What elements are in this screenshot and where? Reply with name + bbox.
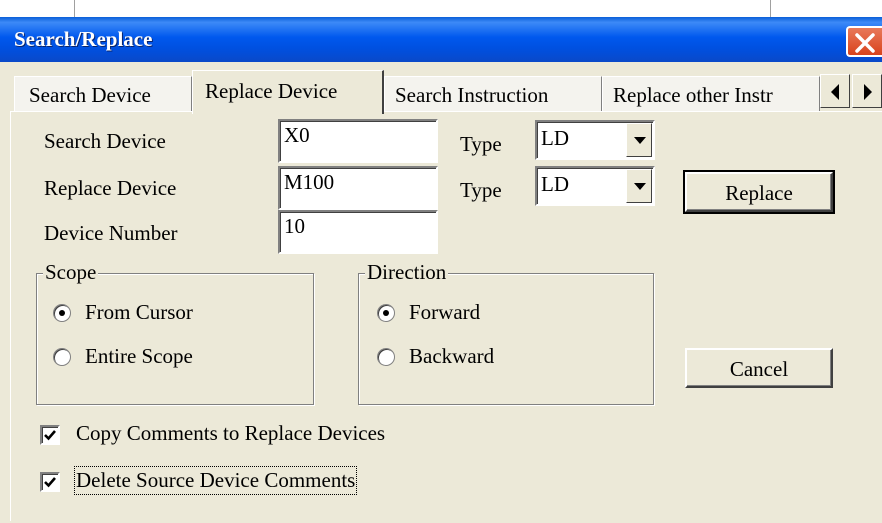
tab-search-device[interactable]: Search Device xyxy=(14,76,192,111)
scope-entire-scope-radio[interactable] xyxy=(53,348,71,366)
direction-group: Direction Forward Backward xyxy=(358,260,654,405)
copy-comments-label[interactable]: Copy Comments to Replace Devices xyxy=(76,421,385,446)
direction-group-label: Direction xyxy=(365,260,449,285)
scope-group: Scope From Cursor Entire Scope xyxy=(36,260,314,405)
tab-search-instruction[interactable]: Search Instruction xyxy=(384,76,602,111)
replace-device-input[interactable]: M100 xyxy=(278,166,438,210)
replace-type-select[interactable]: LD xyxy=(535,166,655,206)
tab-scroll-buttons xyxy=(820,74,882,108)
search-replace-dialog: Search/Replace Search Device Replace Dev… xyxy=(0,17,882,523)
window-title: Search/Replace xyxy=(14,27,153,51)
radio-selected-dot xyxy=(383,310,389,316)
background-window-strip xyxy=(0,0,882,17)
direction-forward-radio[interactable] xyxy=(377,304,395,322)
tab-label: Search Instruction xyxy=(395,83,549,107)
search-type-select[interactable]: LD xyxy=(535,120,655,160)
copy-comments-checkbox[interactable] xyxy=(40,425,60,445)
triangle-right-icon xyxy=(864,84,872,100)
chevron-down-icon xyxy=(634,137,646,144)
replace-type-dropdown-button[interactable] xyxy=(626,169,652,203)
tab-scroll-left-button[interactable] xyxy=(820,74,850,108)
tab-label: Replace Device xyxy=(205,79,338,103)
title-bar[interactable]: Search/Replace xyxy=(0,17,882,62)
tab-replace-device[interactable]: Replace Device xyxy=(192,70,384,114)
strip-divider xyxy=(770,0,771,17)
chevron-down-icon xyxy=(634,183,646,190)
replace-device-label: Replace Device xyxy=(44,176,177,200)
delete-comments-label[interactable]: Delete Source Device Comments xyxy=(73,466,358,495)
device-number-input[interactable]: 10 xyxy=(278,210,438,254)
triangle-left-icon xyxy=(831,84,839,100)
scope-group-label: Scope xyxy=(43,260,99,285)
replace-button[interactable]: Replace xyxy=(683,170,835,214)
device-number-value: 10 xyxy=(284,214,305,238)
search-type-label: Type xyxy=(460,132,502,156)
radio-selected-dot xyxy=(59,310,65,316)
close-button[interactable] xyxy=(846,26,882,57)
scope-entire-scope-label[interactable]: Entire Scope xyxy=(85,344,193,369)
tab-label: Replace other Instr xyxy=(613,83,773,107)
search-type-dropdown-button[interactable] xyxy=(626,123,652,157)
scope-from-cursor-label[interactable]: From Cursor xyxy=(85,300,193,325)
delete-comments-checkbox[interactable] xyxy=(40,472,60,492)
tab-replace-other-instruction[interactable]: Replace other Instr xyxy=(602,76,820,111)
checkmark-icon xyxy=(44,477,56,488)
strip-divider xyxy=(74,0,75,17)
direction-forward-label[interactable]: Forward xyxy=(409,300,480,325)
close-icon xyxy=(855,33,875,53)
direction-backward-radio[interactable] xyxy=(377,348,395,366)
cancel-button[interactable]: Cancel xyxy=(685,348,833,388)
replace-type-value: LD xyxy=(541,172,569,196)
replace-device-value: M100 xyxy=(284,170,335,194)
scope-from-cursor-radio[interactable] xyxy=(53,304,71,322)
search-device-label: Search Device xyxy=(44,129,166,153)
replace-type-label: Type xyxy=(460,178,502,202)
search-type-value: LD xyxy=(541,126,569,150)
search-device-value: X0 xyxy=(284,123,310,147)
tab-scroll-right-button[interactable] xyxy=(852,74,882,108)
search-device-input[interactable]: X0 xyxy=(278,119,438,163)
device-number-label: Device Number xyxy=(44,221,178,245)
direction-backward-label[interactable]: Backward xyxy=(409,344,494,369)
checkmark-icon xyxy=(44,430,56,441)
tab-label: Search Device xyxy=(29,83,151,107)
